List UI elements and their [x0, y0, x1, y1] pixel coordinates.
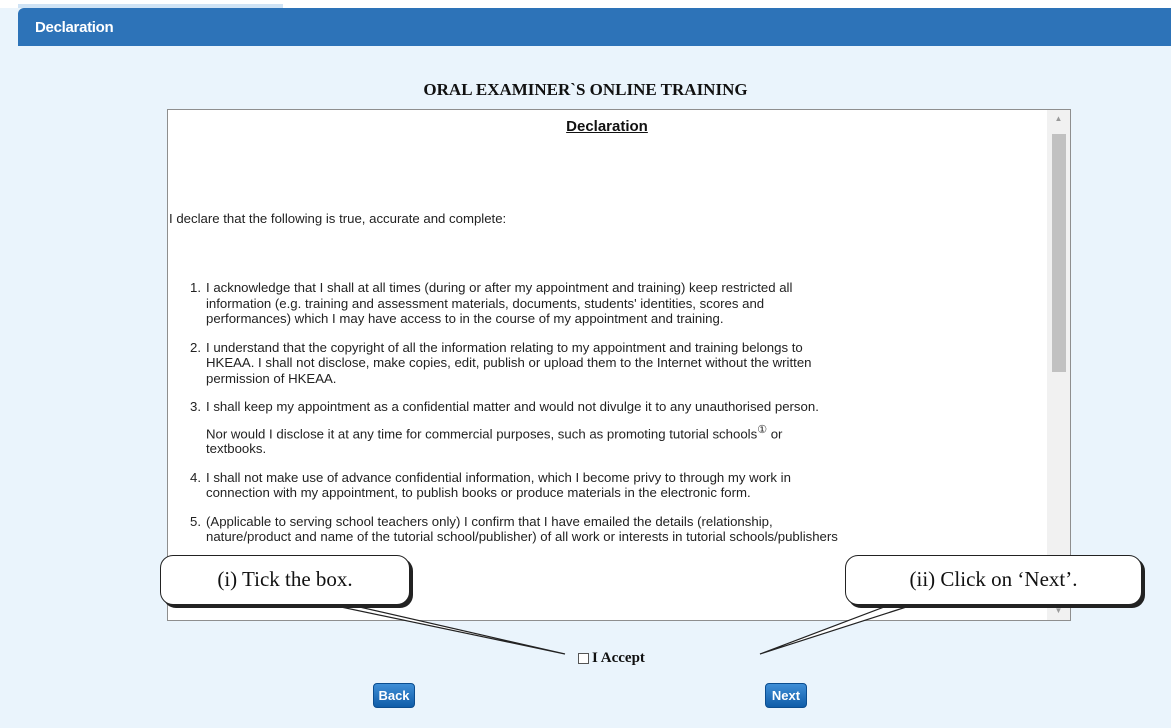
item-line: nature/product and name of the tutorial …: [206, 529, 838, 545]
callout-click-next: (ii) Click on ‘Next’.: [845, 555, 1142, 605]
scroll-up-icon[interactable]: ▲: [1047, 110, 1070, 128]
scroll-thumb[interactable]: [1052, 134, 1066, 372]
item-number: 1.: [190, 280, 201, 295]
item-line: (Applicable to serving school teachers o…: [206, 513, 773, 529]
item-line: performances) which I may have access to…: [206, 311, 724, 326]
item-text: Nor would I disclose it at any time for …: [206, 425, 758, 441]
item-line: I acknowledge that I shall at all times …: [206, 280, 793, 295]
declaration-panel[interactable]: Declaration I declare that the following…: [167, 109, 1071, 621]
next-button-label: Next: [771, 688, 801, 703]
next-button[interactable]: Next: [765, 683, 807, 708]
item-number: 4.: [190, 469, 201, 485]
declaration-list: 1. I acknowledge that I shall at all tim…: [190, 280, 990, 558]
declaration-intro: I declare that the following is true, ac…: [169, 211, 507, 226]
vertical-scrollbar[interactable]: ▲ ▼: [1047, 110, 1070, 620]
accept-row[interactable]: I Accept: [574, 648, 645, 668]
accept-label[interactable]: I Accept: [592, 650, 645, 667]
callout-next-text: (ii) Click on ‘Next’.: [909, 567, 1078, 591]
declaration-item: 3. I shall keep my appointment as a conf…: [190, 399, 990, 457]
accept-checkbox[interactable]: [578, 652, 589, 664]
item-line: textbooks.: [206, 441, 267, 457]
item-text: or: [767, 425, 783, 441]
item-line: connection with my appointment, to publi…: [206, 485, 751, 501]
item-line: information (e.g. training and assessmen…: [206, 295, 765, 311]
header-bar: Declaration: [18, 8, 1171, 46]
back-button-label: Back: [378, 688, 410, 703]
callout-tick-text: (i) Tick the box.: [217, 567, 353, 591]
declaration-item: 2. I understand that the copyright of al…: [190, 340, 990, 387]
back-button[interactable]: Back: [373, 683, 415, 708]
item-line: Nor would I disclose it at any time for …: [206, 423, 990, 442]
item-line: permission of HKEAA.: [206, 370, 337, 386]
page-heading: ORAL EXAMINER`S ONLINE TRAINING: [423, 80, 748, 99]
item-line: I understand that the copyright of all t…: [206, 339, 803, 355]
declaration-item: 5. (Applicable to serving school teacher…: [190, 514, 990, 545]
item-line: I shall keep my appointment as a confide…: [206, 399, 819, 414]
item-number: 5.: [190, 513, 201, 529]
item-number: 3.: [190, 399, 201, 414]
declaration-item: 1. I acknowledge that I shall at all tim…: [190, 280, 990, 327]
declaration-item: 4. I shall not make use of advance confi…: [190, 470, 990, 501]
item-line: HKEAA. I shall not disclose, make copies…: [206, 355, 812, 370]
declaration-title: Declaration: [566, 118, 648, 135]
callout-tick-box: (i) Tick the box.: [160, 555, 410, 605]
item-number: 2.: [190, 339, 201, 355]
item-line: I shall not make use of advance confiden…: [206, 469, 791, 485]
header-title: Declaration: [35, 19, 114, 36]
footnote-mark: ①: [757, 423, 768, 436]
